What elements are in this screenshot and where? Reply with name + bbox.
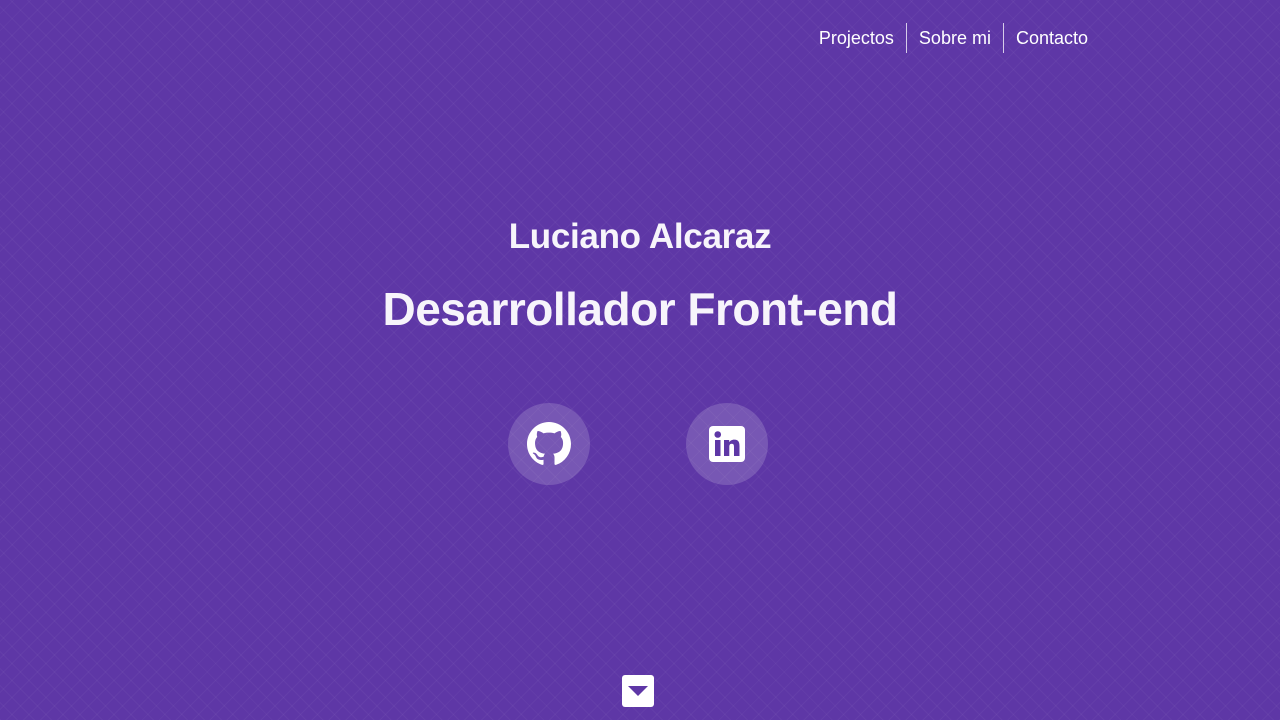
github-icon xyxy=(527,422,571,465)
scroll-down-button[interactable] xyxy=(622,675,654,707)
main-nav: Projectos Sobre mi Contacto xyxy=(807,23,1088,53)
hero-title: Desarrollador Front-end xyxy=(382,283,898,335)
nav-link-projectos[interactable]: Projectos xyxy=(807,23,906,53)
nav-link-sobre-mi[interactable]: Sobre mi xyxy=(905,23,1003,53)
hero-name: Luciano Alcaraz xyxy=(508,217,772,256)
linkedin-icon xyxy=(709,426,745,462)
caret-down-icon xyxy=(628,686,648,696)
github-link[interactable] xyxy=(508,403,590,485)
linkedin-link[interactable] xyxy=(686,403,768,485)
nav-link-contacto[interactable]: Contacto xyxy=(1002,23,1088,53)
